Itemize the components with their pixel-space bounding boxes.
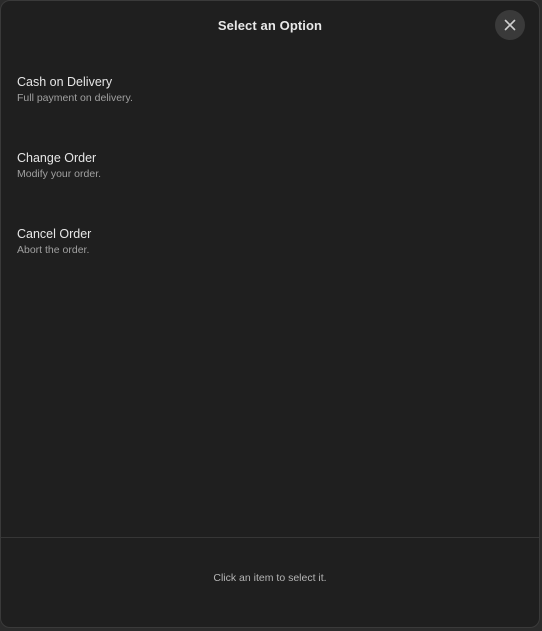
option-description: Modify your order.	[17, 168, 102, 180]
dialog-title: Select an Option	[217, 18, 323, 33]
option-change-order[interactable]: Change Order Modify your order.	[1, 143, 539, 219]
option-title: Cash on Delivery	[17, 75, 113, 89]
close-icon	[504, 19, 516, 31]
close-button[interactable]	[495, 10, 525, 40]
option-title: Cancel Order	[17, 227, 92, 241]
dialog-header: Select an Option	[1, 1, 539, 53]
footer-hint: Click an item to select it.	[213, 572, 327, 584]
option-dialog: Select an Option Cash on Delivery Full p…	[0, 0, 540, 628]
option-description: Abort the order.	[17, 244, 90, 256]
option-cash-on-delivery[interactable]: Cash on Delivery Full payment on deliver…	[1, 67, 539, 143]
options-list: Cash on Delivery Full payment on deliver…	[1, 67, 539, 295]
option-title: Change Order	[17, 151, 97, 165]
footer-divider	[1, 537, 539, 538]
option-cancel-order[interactable]: Cancel Order Abort the order.	[1, 219, 539, 295]
option-description: Full payment on delivery.	[17, 92, 133, 104]
